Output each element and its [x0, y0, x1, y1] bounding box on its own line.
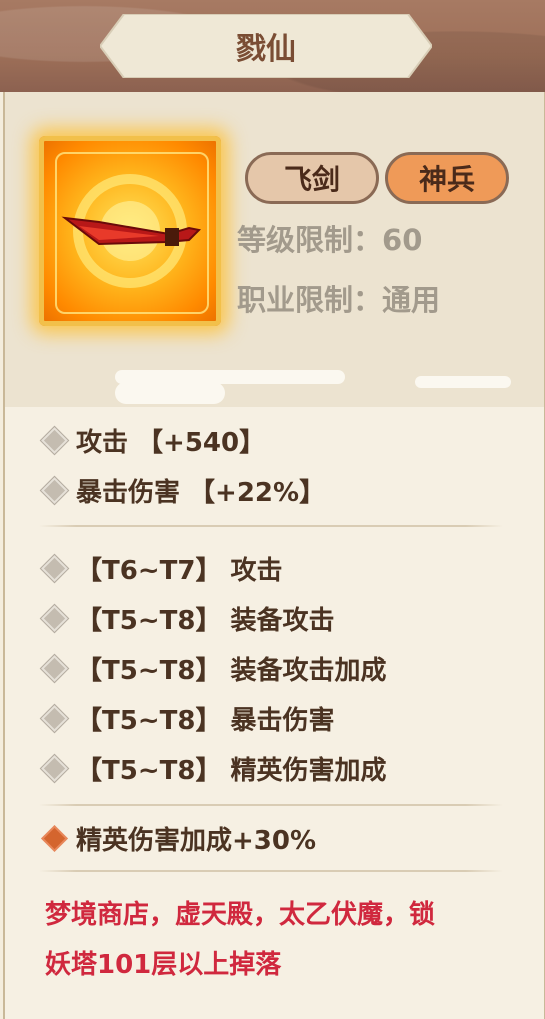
tier-stat-text: 【T6~T7】 攻击 [76, 556, 283, 586]
tier-stat-text: 【T5~T8】 暴击伤害 [76, 706, 335, 736]
class-requirement: 职业限制：通用 [237, 277, 440, 319]
diamond-bullet-icon [41, 705, 68, 732]
item-summary: 飞剑 神兵 等级限制：60 职业限制：通用 [5, 92, 544, 407]
tier-stat-text: 【T5~T8】 精英伤害加成 [76, 756, 387, 786]
cloud-decoration [415, 376, 511, 388]
diamond-bullet-icon [41, 655, 68, 682]
tier-stat-text: 【T5~T8】 装备攻击加成 [76, 656, 387, 686]
base-stat-text: 暴击伤害 【+22%】 [76, 478, 326, 508]
class-label: 职业限制： [237, 283, 383, 317]
section-divider [39, 804, 503, 806]
level-requirement: 等级限制：60 [237, 217, 422, 259]
tag-divine-weapon[interactable]: 神兵 [385, 152, 509, 204]
diamond-bullet-icon [41, 605, 68, 632]
tier-stat-text: 【T5~T8】 装备攻击 [76, 606, 335, 636]
section-divider [39, 870, 503, 872]
item-icon[interactable] [39, 136, 221, 326]
level-value: 60 [382, 223, 423, 257]
drop-source: 梦境商店，虚天殿，太乙伏魔，锁 妖塔101层以上掉落 [45, 890, 515, 990]
level-label: 等级限制： [237, 223, 383, 257]
base-stat-text: 攻击 【+540】 [76, 428, 266, 458]
tier-stat-row: 【T5~T8】 装备攻击加成 [41, 650, 387, 687]
base-stat-row: 攻击 【+540】 [41, 422, 265, 459]
base-stat-row: 暴击伤害 【+22%】 [41, 472, 325, 509]
tag-flying-sword[interactable]: 飞剑 [245, 152, 379, 204]
special-stat-row: 精英伤害加成+30% [41, 820, 316, 857]
diamond-bullet-icon [41, 825, 68, 852]
cloud-decoration [115, 382, 225, 404]
tier-stat-row: 【T5~T8】 精英伤害加成 [41, 750, 387, 787]
class-value: 通用 [382, 283, 441, 317]
title-plaque: 戮仙 [100, 14, 432, 78]
diamond-bullet-icon [41, 477, 68, 504]
diamond-bullet-icon [41, 555, 68, 582]
special-stat-text: 精英伤害加成+30% [76, 826, 317, 856]
drop-source-line: 梦境商店，虚天殿，太乙伏魔，锁 [45, 900, 436, 930]
diamond-bullet-icon [41, 427, 68, 454]
section-divider [39, 525, 503, 527]
header-bar: 戮仙 [0, 0, 545, 92]
tier-stat-row: 【T5~T8】 暴击伤害 [41, 700, 335, 737]
diamond-bullet-icon [41, 755, 68, 782]
tier-stat-row: 【T5~T8】 装备攻击 [41, 600, 335, 637]
item-detail-panel: 飞剑 神兵 等级限制：60 职业限制：通用 攻击 【+540】 暴击伤害 【+2… [3, 92, 545, 1019]
tier-stat-row: 【T6~T7】 攻击 [41, 550, 283, 587]
flame-sword-icon [61, 174, 202, 288]
drop-source-line: 妖塔101层以上掉落 [45, 950, 282, 980]
page-title: 戮仙 [236, 32, 296, 67]
